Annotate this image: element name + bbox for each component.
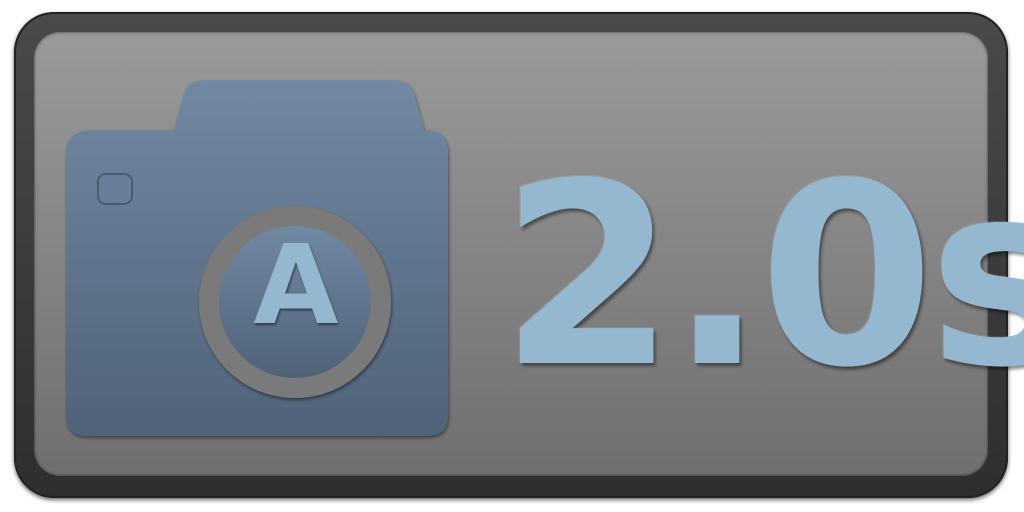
viewfinder-square xyxy=(97,173,133,205)
timer-widget-frame[interactable]: A 2.0s xyxy=(14,12,1024,498)
timer-widget-panel[interactable]: A 2.0s xyxy=(34,32,1024,476)
timer-value: 2.0s xyxy=(500,130,1024,423)
mode-letter: A xyxy=(253,221,339,349)
